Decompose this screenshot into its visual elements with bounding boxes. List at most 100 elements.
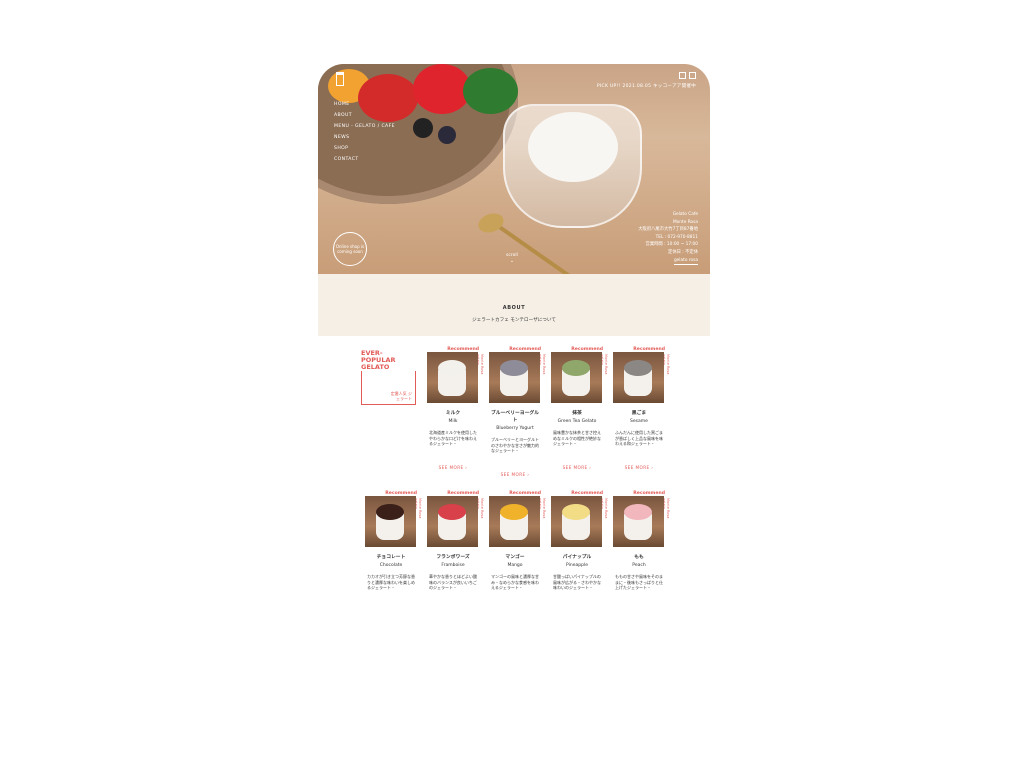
feature-subtitle: 定番人気 ジェラート xyxy=(390,391,412,401)
nav-item-home[interactable]: HOME xyxy=(334,102,395,113)
vertical-caption: Monte Rosa gelato xyxy=(478,354,484,375)
vertical-caption: Monte Rosa gelato xyxy=(416,498,422,519)
instagram-link[interactable]: gelato rosa xyxy=(673,257,698,266)
product-name-en: Chocolate xyxy=(379,563,403,568)
vertical-caption: Monte Rosa gelato xyxy=(602,354,608,375)
see-more-link[interactable]: SEE MORE › xyxy=(427,465,479,470)
vertical-caption: Monte Rosa gelato xyxy=(664,498,670,519)
recommend-label: Recommend xyxy=(447,347,479,352)
shop-info-line: Gelato Cafe xyxy=(672,212,698,217)
vertical-caption: Monte Rosa gelato xyxy=(478,498,484,519)
product-card[interactable]: Recommend Monte Rosa gelato パイナップル Pinea… xyxy=(551,491,608,591)
nav-item-contact[interactable]: CONTACT xyxy=(334,157,395,168)
recommend-label: Recommend xyxy=(633,491,665,496)
nav-item-shop[interactable]: SHOP xyxy=(334,146,395,157)
product-card[interactable]: Recommend Monte Rosa gelato チョコレート Choco… xyxy=(365,491,422,591)
product-name-en: Peach xyxy=(632,563,646,568)
instagram-icon[interactable] xyxy=(689,72,696,79)
product-photo[interactable] xyxy=(489,496,540,547)
nav-item-about[interactable]: ABOUT xyxy=(334,113,395,124)
ever-popular-box: EVER- POPULAR GELATO 定番人気 ジェラート xyxy=(361,350,421,405)
product-description: 甘酸っぱいパイナップルの風味が広がる・さわやかな味わいのジェラート・ xyxy=(553,574,601,591)
product-description: ふんだんに使用した黒ごまが香ばしく上品な風味を味わえる和ジェラート・ xyxy=(615,430,663,447)
product-card[interactable]: Recommend Monte Rosa gelato 抹茶 Green Tea… xyxy=(551,347,608,470)
product-photo[interactable] xyxy=(427,496,478,547)
product-card[interactable]: Recommend Monte Rosa gelato ミルク Milk 北海道… xyxy=(427,347,484,470)
product-description: ももの甘さや風味をそのままに・後味もさっぱりと仕上げたジェラート・ xyxy=(615,574,663,591)
product-name-en: Blueberry Yogurt xyxy=(496,426,534,431)
spoon-handle-image xyxy=(496,224,573,274)
spoon-image xyxy=(475,210,507,236)
product-card[interactable]: Recommend Monte Rosa gelato マンゴー Mango マ… xyxy=(489,491,546,591)
facebook-icon[interactable] xyxy=(679,72,686,79)
gelato-scoop-image xyxy=(624,360,652,376)
product-card[interactable]: Recommend Monte Rosa gelato もも Peach ももの… xyxy=(613,491,670,591)
gelato-scoop-image xyxy=(500,504,528,520)
chevron-down-icon: ⌄ xyxy=(509,258,515,264)
product-photo[interactable] xyxy=(551,496,602,547)
product-name-jp: マンゴー xyxy=(505,555,525,560)
shop-holiday: 定休日 : 不定休 xyxy=(668,249,698,255)
feature-title: EVER- POPULAR GELATO xyxy=(361,350,421,371)
product-name-jp: フランボワーズ xyxy=(436,555,470,560)
product-name-en: Mango xyxy=(507,563,523,568)
pickup-news-link[interactable]: PICK UP!! 2021.08.05 キッコーアア開催中 xyxy=(597,83,696,89)
see-more-link[interactable]: SEE MORE › xyxy=(613,465,665,470)
product-name-jp: ブルーベリーヨーグルト xyxy=(491,411,539,423)
product-photo[interactable] xyxy=(427,352,478,403)
about-section: ABOUT ジェラートカフェ モンテローザについて xyxy=(318,274,710,336)
fruit-kiwi-image xyxy=(463,68,518,114)
product-description: ブルーベリーとヨーグルトのさわやかな甘さが魅力的なジェラート・ xyxy=(491,437,539,454)
hero-section: PICK UP!! 2021.08.05 キッコーアア開催中 HOME ABOU… xyxy=(318,64,710,274)
scroll-indicator[interactable]: scroll ⌄ xyxy=(506,253,518,264)
nav-item-menu[interactable]: MENU - GELATO / CAFE xyxy=(334,124,395,135)
shop-hours: 営業時間 : 10:00 ~ 17:00 xyxy=(645,242,698,248)
gelato-scoop-image xyxy=(624,504,652,520)
gelato-scoop-image xyxy=(562,504,590,520)
vertical-caption: Monte Rosa gelato xyxy=(540,498,546,519)
gelato-scoop-image xyxy=(438,504,466,520)
product-card[interactable]: Recommend Monte Rosa gelato フランボワーズ Fram… xyxy=(427,491,484,591)
vertical-caption: Monte Rosa gelato xyxy=(540,354,546,375)
product-description: 北海道産ミルクを使用したやわらかな口どけを味わえるジェラート・ xyxy=(429,430,477,447)
shop-info: Gelato Cafe Monte Rosa 大阪府八尾市大竹7丁目87番地 T… xyxy=(638,211,698,266)
fruit-blueberry-image xyxy=(413,118,433,138)
product-name-en: Pineapple xyxy=(566,563,588,568)
product-photo[interactable] xyxy=(489,352,540,403)
product-photo[interactable] xyxy=(365,496,416,547)
about-subtitle: ジェラートカフェ モンテローザについて xyxy=(472,318,556,323)
product-name-jp: パイナップル xyxy=(562,555,592,560)
gelato-scoop-image xyxy=(562,360,590,376)
gelato-scoop-image xyxy=(500,360,528,376)
product-name-en: Sesame xyxy=(630,419,648,424)
product-name-en: Green Tea Gelato xyxy=(557,419,597,424)
shop-phone[interactable]: TEL : 072-970-8811 xyxy=(638,234,698,242)
product-name-jp: 黒ごま xyxy=(631,411,647,416)
product-name-en: Milk xyxy=(448,419,458,424)
recommend-label: Recommend xyxy=(571,347,603,352)
product-photo[interactable] xyxy=(613,496,664,547)
main-nav: HOME ABOUT MENU - GELATO / CAFE NEWS SHO… xyxy=(334,102,395,168)
shop-address: 大阪府八尾市大竹7丁目87番地 xyxy=(638,227,698,233)
see-more-link[interactable]: SEE MORE › xyxy=(551,465,603,470)
fruit-blueberry-image xyxy=(438,126,456,144)
product-photo[interactable] xyxy=(551,352,602,403)
product-name-en: Framboise xyxy=(441,563,465,568)
nav-item-news[interactable]: NEWS xyxy=(334,135,395,146)
online-shop-badge[interactable]: Online shop is coming soon xyxy=(333,232,367,266)
site-logo-icon[interactable] xyxy=(336,72,344,86)
product-card[interactable]: Recommend Monte Rosa gelato 黒ごま Sesame ふ… xyxy=(613,347,670,470)
product-description: 風味豊かな抹茶と甘さ控えめなミルクの相性が絶妙なジェラート・ xyxy=(553,430,601,447)
vertical-caption: Monte Rosa gelato xyxy=(664,354,670,375)
gelato-scoop-image xyxy=(438,360,466,376)
recommend-label: Recommend xyxy=(633,347,665,352)
product-photo[interactable] xyxy=(613,352,664,403)
product-description: カカオが引き立つ芳醇な香りと濃厚な味わいを楽しめるジェラート・ xyxy=(367,574,415,591)
product-name-jp: 抹茶 xyxy=(572,411,582,416)
product-card[interactable]: Recommend Monte Rosa gelato ブルーベリーヨーグルト … xyxy=(489,347,546,477)
see-more-link[interactable]: SEE MORE › xyxy=(489,472,541,477)
recommend-label: Recommend xyxy=(509,347,541,352)
recommend-label: Recommend xyxy=(447,491,479,496)
vertical-caption: Monte Rosa gelato xyxy=(602,498,608,519)
shop-info-line: Monte Rosa xyxy=(672,219,698,225)
